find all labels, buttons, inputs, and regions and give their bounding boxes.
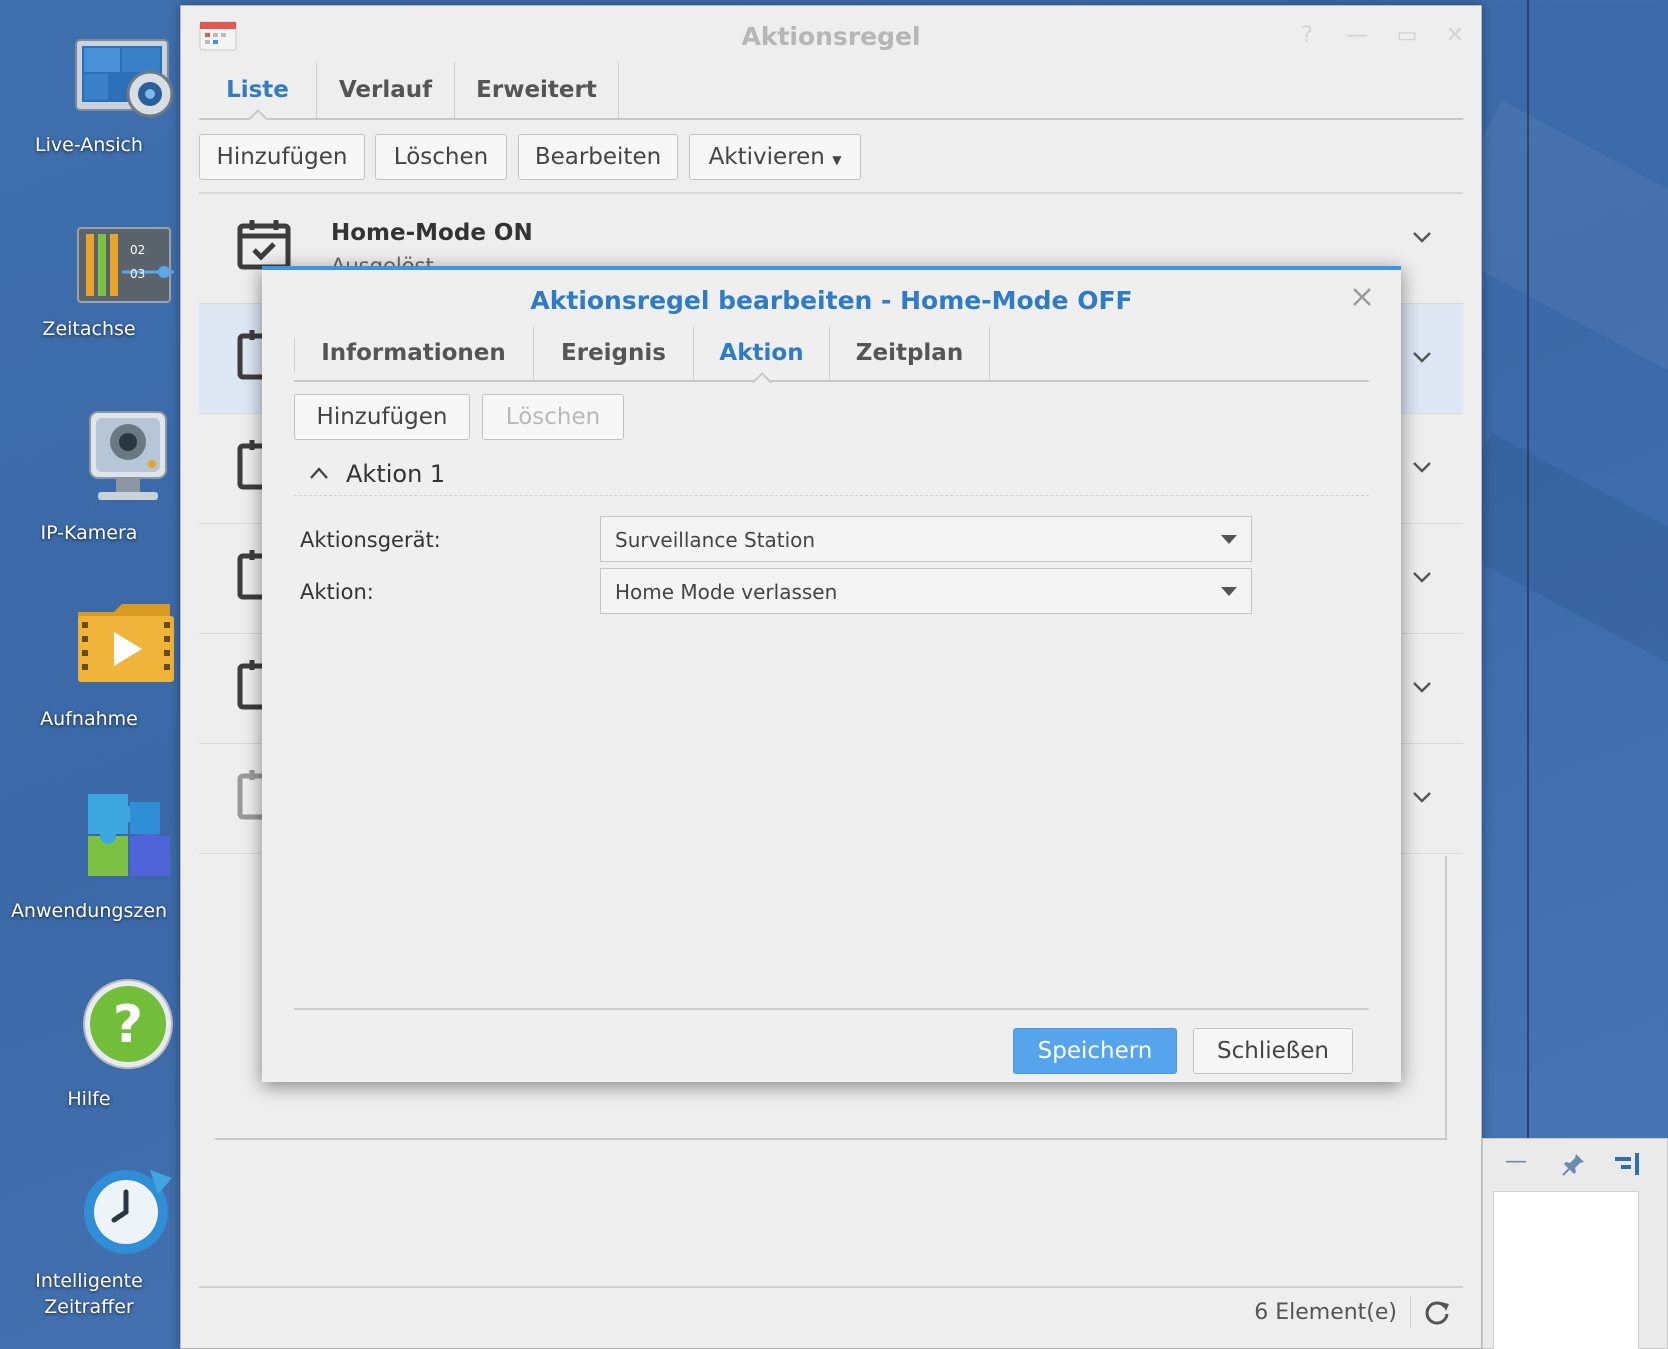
section-title: Aktion 1 bbox=[346, 460, 446, 488]
desktop-icon-label: IP-Kamera bbox=[40, 522, 138, 544]
recording-icon bbox=[78, 604, 174, 682]
desktop-icon-label: Intelligente bbox=[35, 1270, 143, 1292]
close-icon[interactable]: ✕ bbox=[1443, 24, 1467, 48]
desktop-icon-live-view[interactable]: Live-Ansich bbox=[0, 36, 180, 166]
close-icon[interactable] bbox=[1349, 284, 1375, 310]
save-button[interactable]: Speichern bbox=[1013, 1028, 1177, 1074]
minimize-icon[interactable]: — bbox=[1505, 1149, 1527, 1174]
edit-action-rule-dialog: Aktionsregel bearbeiten - Home-Mode OFF … bbox=[262, 266, 1401, 1082]
item-count: 6 Element(e) bbox=[1254, 1300, 1397, 1325]
ip-camera-icon bbox=[89, 411, 167, 500]
chevron-down-icon[interactable] bbox=[1411, 456, 1433, 478]
dropdown-arrow-icon bbox=[1221, 535, 1237, 544]
desktop-icon-label: Aufnahme bbox=[40, 708, 138, 730]
desktop-icon-label: Live-Ansich bbox=[35, 134, 143, 156]
desktop-icon-recording[interactable]: Aufnahme bbox=[0, 596, 180, 730]
dialog-title: Aktionsregel bearbeiten - Home-Mode OFF bbox=[530, 286, 1133, 315]
chevron-down-icon[interactable] bbox=[1411, 226, 1433, 248]
pin-icon[interactable] bbox=[1561, 1151, 1587, 1177]
device-select-value: Surveillance Station bbox=[615, 528, 816, 552]
desktop-icon-ip-camera[interactable]: IP-Kamera bbox=[0, 408, 180, 544]
device-label: Aktionsgerät: bbox=[300, 528, 441, 552]
list-right-border bbox=[1445, 856, 1447, 1140]
window-title: Aktionsregel bbox=[741, 22, 921, 51]
desktop-icon-time-lapse[interactable]: Intelligente Zeitraffer bbox=[0, 1162, 180, 1332]
svg-text:?: ? bbox=[113, 995, 143, 1055]
device-select[interactable]: Surveillance Station bbox=[600, 516, 1252, 562]
minimize-icon[interactable]: — bbox=[1345, 24, 1369, 48]
caret-down-icon: ▼ bbox=[832, 153, 842, 167]
action-section-header[interactable]: Aktion 1 bbox=[294, 452, 1369, 496]
help-icon[interactable]: ? bbox=[1295, 24, 1319, 48]
add-action-button[interactable]: Hinzufügen bbox=[294, 394, 470, 440]
divider bbox=[294, 1008, 1369, 1010]
add-button[interactable]: Hinzufügen bbox=[199, 134, 365, 180]
desktop-icon-label: Zeitraffer bbox=[44, 1296, 134, 1318]
tab-erweitert[interactable]: Erweitert bbox=[455, 62, 619, 118]
timeline-tick: 02 bbox=[130, 243, 146, 257]
calendar-check-icon bbox=[237, 220, 291, 270]
desktop-icon-label: Anwendungszen bbox=[10, 900, 168, 922]
edit-button[interactable]: Bearbeiten bbox=[518, 134, 678, 180]
desktop-icon-label: Hilfe bbox=[67, 1088, 111, 1110]
action-select[interactable]: Home Mode verlassen bbox=[600, 568, 1252, 614]
chevron-down-icon[interactable] bbox=[1411, 346, 1433, 368]
list-bottom-border bbox=[215, 1138, 1447, 1140]
action-select-value: Home Mode verlassen bbox=[615, 580, 838, 604]
main-tabs: Liste Verlauf Erweitert bbox=[199, 62, 1463, 129]
activate-dropdown-button[interactable]: Aktivieren ▼ bbox=[689, 134, 861, 180]
desktop-icon-help[interactable]: ? Hilfe bbox=[0, 976, 180, 1110]
app-center-icon bbox=[88, 794, 170, 876]
chevron-up-icon[interactable] bbox=[308, 464, 330, 482]
delete-button[interactable]: Löschen bbox=[375, 134, 507, 180]
mini-window-content bbox=[1493, 1191, 1639, 1349]
status-bar: 6 Element(e) bbox=[199, 1286, 1463, 1332]
live-view-icon bbox=[75, 39, 174, 118]
tab-informationen[interactable]: Informationen bbox=[294, 326, 534, 380]
mini-window: — bbox=[1482, 1138, 1668, 1349]
title-bar[interactable]: Aktionsregel ? — ▭ ✕ bbox=[181, 6, 1481, 62]
time-lapse-icon bbox=[84, 1170, 172, 1254]
desktop-icon-app-center[interactable]: Anwendungszen bbox=[0, 790, 180, 922]
chevron-down-icon[interactable] bbox=[1411, 676, 1433, 698]
tab-verlauf[interactable]: Verlauf bbox=[317, 62, 455, 118]
dialog-tabs: Informationen Ereignis Aktion Zeitplan bbox=[294, 326, 1369, 392]
timeline-tick: 03 bbox=[130, 267, 146, 281]
delete-action-button[interactable]: Löschen bbox=[482, 394, 624, 440]
action-label: Aktion: bbox=[300, 580, 374, 604]
desktop-icon-timeline[interactable]: 02 03 Zeitachse bbox=[0, 220, 180, 350]
dock-panel-icon[interactable] bbox=[1613, 1151, 1641, 1177]
maximize-icon[interactable]: ▭ bbox=[1395, 24, 1419, 48]
tab-ereignis[interactable]: Ereignis bbox=[534, 326, 694, 380]
refresh-icon[interactable] bbox=[1423, 1298, 1451, 1326]
chevron-down-icon[interactable] bbox=[1411, 786, 1433, 808]
close-button[interactable]: Schließen bbox=[1193, 1028, 1353, 1074]
dropdown-arrow-icon bbox=[1221, 587, 1237, 596]
timeline-icon bbox=[77, 227, 174, 303]
divider bbox=[1410, 1296, 1411, 1328]
help-icon: ? bbox=[83, 979, 173, 1069]
tab-zeitplan[interactable]: Zeitplan bbox=[830, 326, 990, 380]
chevron-down-icon[interactable] bbox=[1411, 566, 1433, 588]
desktop-icon-label: Zeitachse bbox=[42, 318, 136, 340]
activate-label: Aktivieren bbox=[708, 144, 825, 170]
rule-name: Home-Mode ON bbox=[331, 220, 533, 246]
